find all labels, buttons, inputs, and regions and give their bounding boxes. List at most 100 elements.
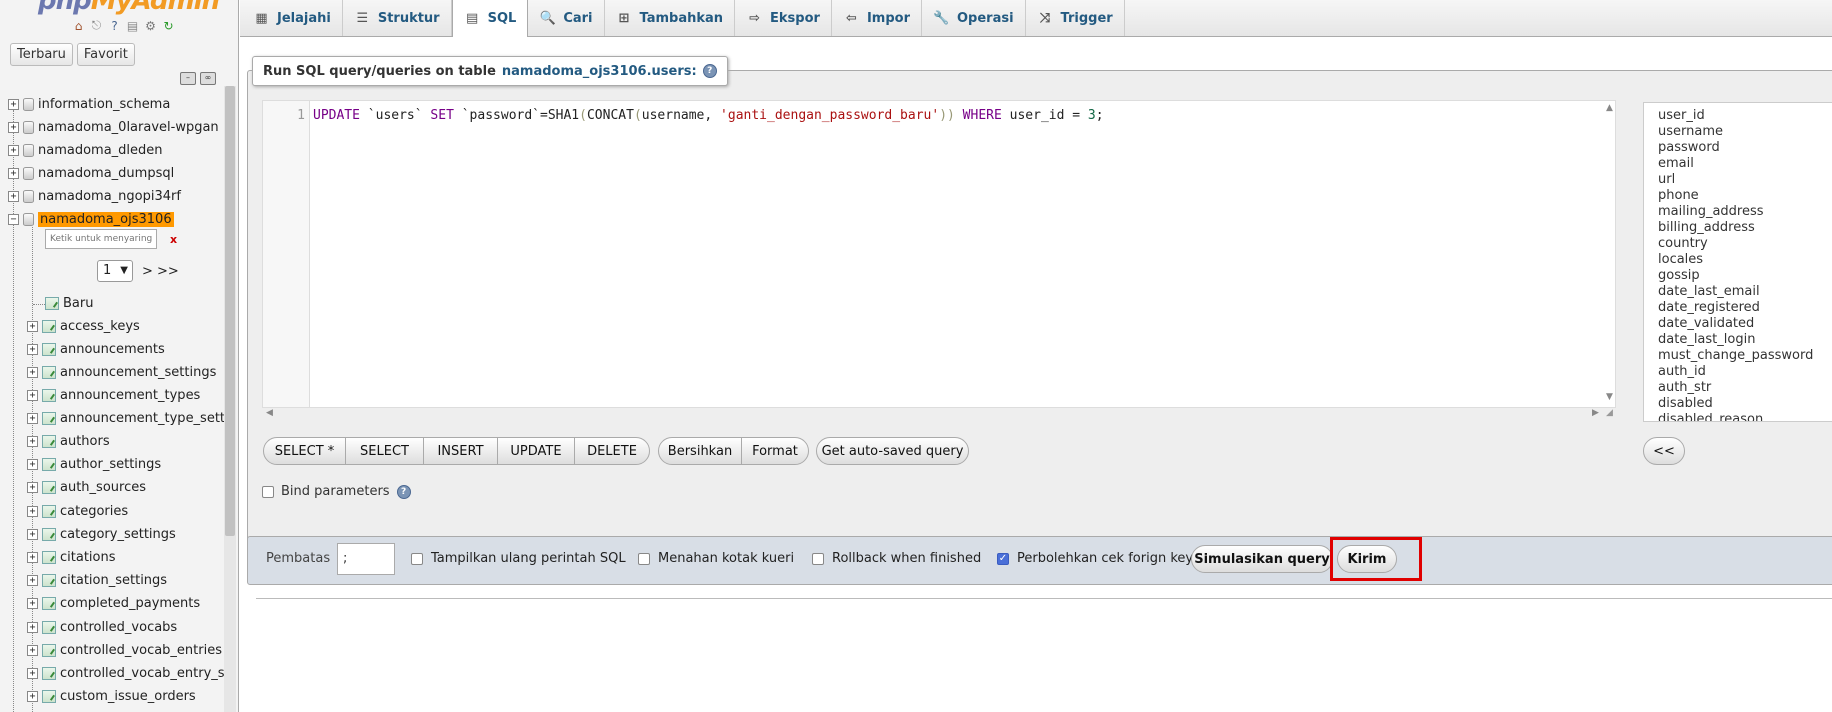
select-button[interactable]: SELECT <box>345 437 424 465</box>
scroll-up-icon[interactable]: ▲ <box>1606 103 1613 113</box>
expand-icon[interactable]: + <box>27 343 38 355</box>
insert-column-button[interactable]: << <box>1643 437 1685 465</box>
column-item[interactable]: phone <box>1658 188 1699 203</box>
table-icon[interactable] <box>42 342 56 356</box>
docs-icon[interactable]: ▤ <box>125 18 140 33</box>
expand-icon[interactable]: + <box>8 98 19 110</box>
database-item[interactable]: + namadoma_ngopi34rf <box>8 186 181 206</box>
expand-icon[interactable]: + <box>27 690 38 702</box>
column-item[interactable]: password <box>1658 140 1720 155</box>
table-icon[interactable] <box>42 596 56 610</box>
next-page-link[interactable]: > >> <box>142 264 179 279</box>
column-item[interactable]: locales <box>1658 252 1703 267</box>
table-icon[interactable] <box>42 480 56 494</box>
table-item[interactable]: + controlled_vocab_entry_se <box>27 663 233 683</box>
simulate-query-button[interactable]: Simulasikan query <box>1191 545 1333 573</box>
expand-icon[interactable]: + <box>27 481 38 493</box>
foreign-key-check-checkbox[interactable]: ✓ <box>997 552 1009 565</box>
column-item[interactable]: auth_str <box>1658 380 1711 395</box>
expand-icon[interactable]: + <box>27 505 38 517</box>
rollback-checkbox[interactable] <box>812 552 824 565</box>
tab-import[interactable]: ⇦ Impor <box>832 0 922 36</box>
tab-browse[interactable]: ▦ Jelajahi <box>242 0 343 36</box>
tab-export[interactable]: ⇨ Ekspor <box>735 0 832 36</box>
table-item[interactable]: + announcement_types <box>27 385 200 405</box>
help-icon[interactable]: ? <box>107 18 122 33</box>
collapse-all-icon[interactable]: – <box>180 72 196 85</box>
scroll-right-icon[interactable]: ▶ <box>1592 408 1599 418</box>
expand-icon[interactable]: + <box>27 528 38 540</box>
column-item[interactable]: date_last_email <box>1658 284 1760 299</box>
table-item[interactable]: + controlled_vocab_entries <box>27 640 222 660</box>
expand-icon[interactable]: + <box>27 458 38 470</box>
database-item[interactable]: + information_schema <box>8 94 170 114</box>
column-item[interactable]: disabled <box>1658 396 1713 411</box>
bind-parameters-checkbox[interactable] <box>262 485 274 498</box>
select-all-button[interactable]: SELECT * <box>263 437 346 465</box>
expand-icon[interactable]: + <box>27 621 38 633</box>
reload-icon[interactable]: ↻ <box>161 18 176 33</box>
format-button[interactable]: Format <box>741 437 809 465</box>
scroll-down-icon[interactable]: ▼ <box>1606 392 1613 402</box>
collapse-icon[interactable]: − <box>8 213 19 225</box>
scrollbar-thumb[interactable] <box>225 86 235 536</box>
table-icon[interactable] <box>42 620 56 634</box>
sidebar-scrollbar[interactable] <box>224 86 236 712</box>
column-item[interactable]: date_validated <box>1658 316 1754 331</box>
expand-icon[interactable]: + <box>8 167 19 179</box>
help-icon[interactable]: ? <box>702 64 717 78</box>
column-item[interactable]: mailing_address <box>1658 204 1764 219</box>
table-icon[interactable] <box>42 689 56 703</box>
show-query-option[interactable]: Tampilkan ulang perintah SQL <box>411 551 626 566</box>
table-item[interactable]: + authors <box>27 431 110 451</box>
tab-structure[interactable]: ☰ Struktur <box>343 0 452 36</box>
logout-icon[interactable]: ⎋ <box>89 18 104 33</box>
expand-icon[interactable]: + <box>27 574 38 586</box>
expand-icon[interactable]: + <box>27 667 38 679</box>
table-item[interactable]: + access_keys <box>27 316 140 336</box>
column-item[interactable]: gossip <box>1658 268 1700 283</box>
table-icon[interactable] <box>42 365 56 379</box>
table-item[interactable]: + announcements <box>27 339 165 359</box>
table-item[interactable]: + categories <box>27 501 128 521</box>
column-item[interactable]: email <box>1658 156 1694 171</box>
phpmyadmin-logo[interactable]: phpMyAdmin <box>38 0 220 16</box>
table-icon[interactable] <box>42 504 56 518</box>
link-with-main-icon[interactable]: ∞ <box>200 72 216 85</box>
table-item[interactable]: + auth_sources <box>27 477 146 497</box>
table-icon[interactable] <box>42 527 56 541</box>
table-icon[interactable] <box>42 434 56 448</box>
column-item[interactable]: user_id <box>1658 108 1705 123</box>
expand-icon[interactable]: + <box>8 121 19 133</box>
table-item[interactable]: + controlled_vocabs <box>27 617 177 637</box>
database-item[interactable]: + namadoma_dleden <box>8 140 163 160</box>
column-item[interactable]: username <box>1658 124 1723 139</box>
database-item[interactable]: + namadoma_0laravel-wpgan <box>8 117 219 137</box>
new-table-item[interactable]: Baru <box>45 293 93 313</box>
column-item[interactable]: date_registered <box>1658 300 1760 315</box>
database-item[interactable]: + namadoma_dumpsql <box>8 163 174 183</box>
bind-parameters-option[interactable]: Bind parameters ? <box>262 484 411 499</box>
table-item[interactable]: + citations <box>27 547 116 567</box>
table-icon[interactable] <box>42 666 56 680</box>
expand-icon[interactable]: + <box>27 320 38 332</box>
table-filter-input[interactable] <box>45 229 157 249</box>
expand-icon[interactable]: + <box>8 190 19 202</box>
column-item[interactable]: country <box>1658 236 1708 251</box>
table-icon[interactable] <box>42 573 56 587</box>
update-button[interactable]: UPDATE <box>497 437 575 465</box>
column-item[interactable]: auth_id <box>1658 364 1706 379</box>
table-icon[interactable] <box>42 319 56 333</box>
rollback-option[interactable]: Rollback when finished <box>812 551 981 566</box>
tab-triggers[interactable]: ⤨ Trigger <box>1026 0 1125 36</box>
delimiter-input[interactable]: ; <box>337 543 395 575</box>
expand-icon[interactable]: + <box>27 597 38 609</box>
table-item[interactable]: + announcement_type_settin <box>27 408 237 428</box>
expand-icon[interactable]: + <box>27 389 38 401</box>
retain-query-box-option[interactable]: Menahan kotak kueri <box>638 551 794 566</box>
tab-sql[interactable]: ▤ SQL <box>451 0 529 37</box>
expand-icon[interactable]: + <box>27 551 38 563</box>
column-item[interactable]: must_change_password <box>1658 348 1813 363</box>
expand-icon[interactable]: + <box>8 144 19 156</box>
page-select[interactable]: 1 ▼ <box>97 260 133 282</box>
